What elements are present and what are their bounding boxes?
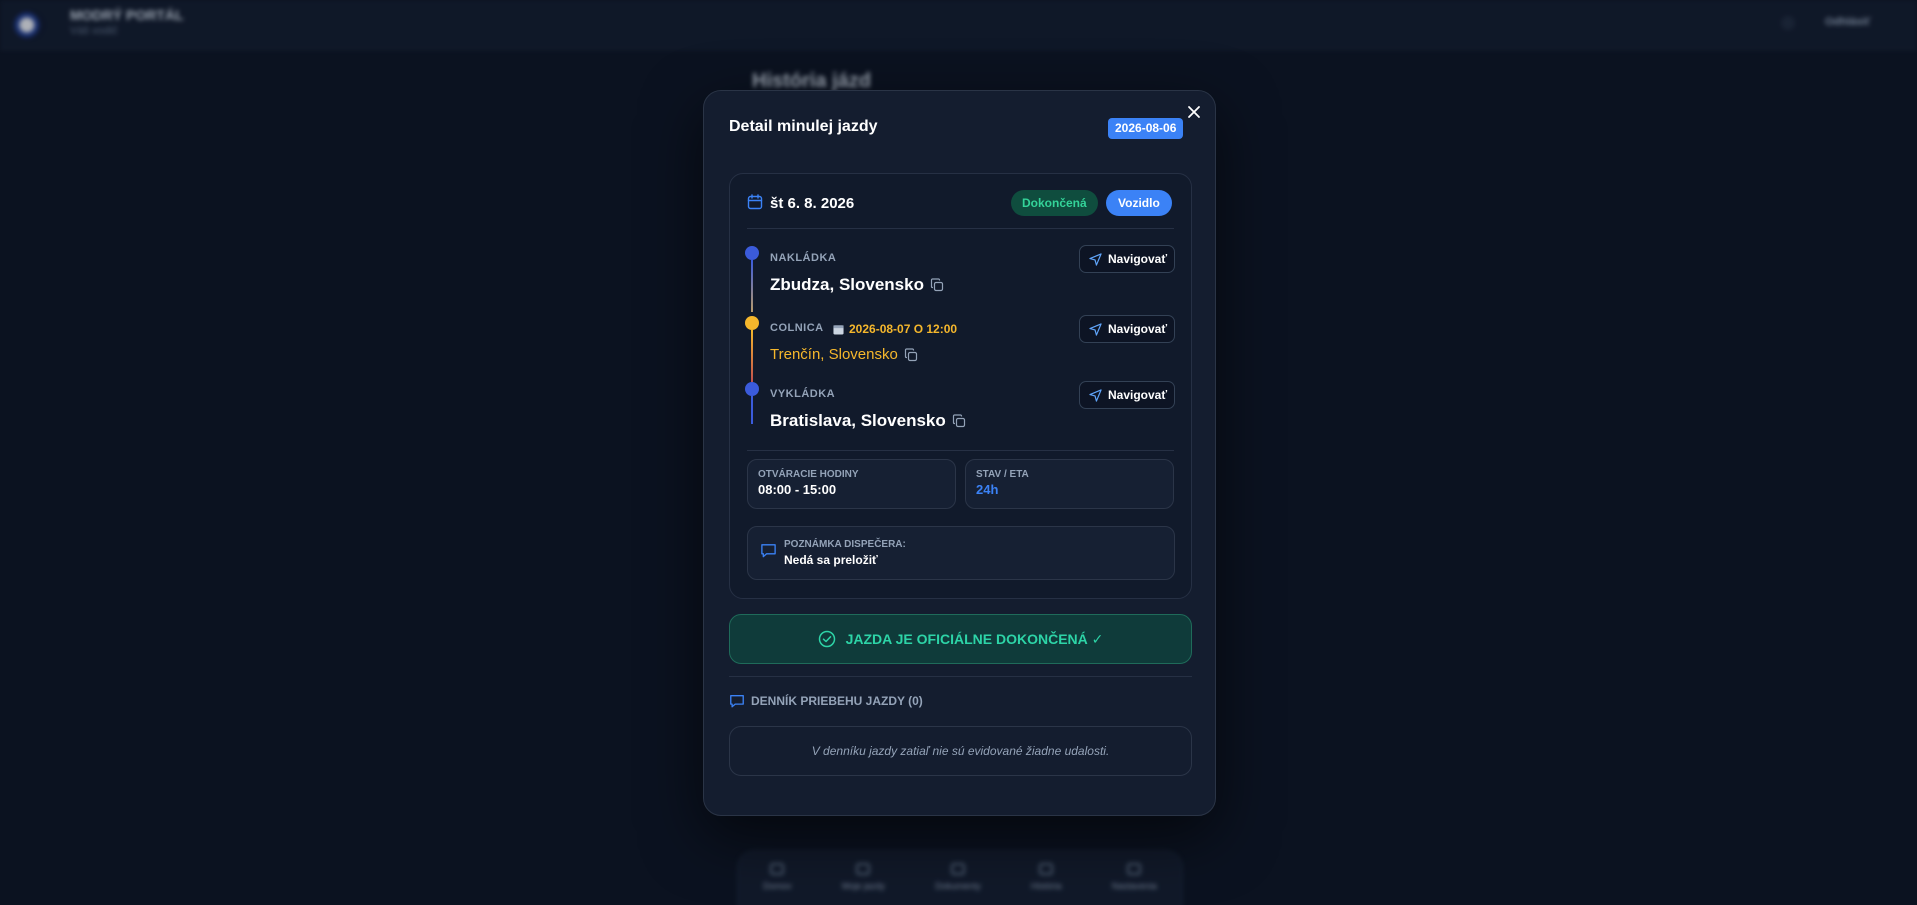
dispatcher-note-label: POZNÁMKA DISPEČERA: bbox=[784, 539, 906, 550]
opening-hours-box: OTVÁRACIE HODINY 08:00 - 15:00 bbox=[747, 459, 956, 509]
navigation-arrow-icon bbox=[1089, 388, 1102, 402]
stop-label-unloading: VYKLÁDKA bbox=[770, 388, 836, 400]
nav-item-home[interactable]: Domov bbox=[763, 863, 792, 905]
vehicle-badge[interactable]: Vozidlo bbox=[1106, 190, 1172, 216]
calendar-icon bbox=[833, 324, 844, 335]
opening-hours-label: OTVÁRACIE HODINY bbox=[758, 469, 859, 480]
nav-item-my-trips[interactable]: Moje jazdy bbox=[842, 863, 885, 905]
trip-log-header: DENNÍK PRIEBEHU JAZDY (0) bbox=[729, 693, 923, 709]
navigate-button-unloading[interactable]: Navigovať bbox=[1079, 381, 1175, 409]
bottom-nav: Domov Moje jazdy Dokumenty História Nast… bbox=[737, 850, 1183, 905]
route-line bbox=[751, 330, 753, 382]
message-icon bbox=[730, 695, 744, 708]
trip-finished-banner: JAZDA JE OFICIÁLNE DOKONČENÁ ✓ bbox=[729, 614, 1192, 664]
stop-city-loading: Zbudza, Slovensko bbox=[770, 275, 944, 295]
logout-button[interactable]: Odhlásiť bbox=[1825, 16, 1871, 28]
history-icon bbox=[1039, 863, 1054, 875]
route-line bbox=[751, 396, 753, 424]
navigation-arrow-icon bbox=[1089, 252, 1102, 266]
nav-item-label: Moje jazdy bbox=[841, 881, 885, 891]
copy-icon[interactable] bbox=[930, 278, 944, 292]
navigate-button-customs[interactable]: Navigovať bbox=[1079, 315, 1175, 343]
section-divider bbox=[729, 676, 1192, 677]
stop-label-customs: COLNICA bbox=[770, 322, 824, 334]
calendar-icon bbox=[747, 194, 763, 210]
navigate-button-loading[interactable]: Navigovať bbox=[1079, 245, 1175, 273]
top-bar: MODRÝ PORTÁL Váš vodič Odhlásiť bbox=[0, 0, 1917, 50]
trips-icon bbox=[856, 863, 871, 875]
notification-icon[interactable] bbox=[1781, 16, 1795, 30]
nav-item-label: Domov bbox=[763, 881, 792, 891]
settings-icon bbox=[1127, 863, 1142, 875]
status-eta-label: STAV / ETA bbox=[976, 469, 1029, 480]
status-eta-value: 24h bbox=[976, 482, 999, 497]
customs-datetime-text: 2026-08-07 O 12:00 bbox=[849, 322, 958, 336]
trip-detail-modal: Detail minulej jazdy 2026-08-06 št 6. 8.… bbox=[703, 90, 1216, 816]
date-badge: 2026-08-06 bbox=[1108, 118, 1184, 139]
trip-date: št 6. 8. 2026 bbox=[770, 195, 855, 212]
stop-city-customs: Trenčín, Slovensko bbox=[770, 346, 918, 363]
dispatcher-note: POZNÁMKA DISPEČERA: Nedá sa preložiť bbox=[747, 526, 1175, 580]
trip-log-title: DENNÍK PRIEBEHU JAZDY (0) bbox=[751, 694, 923, 708]
check-circle-icon bbox=[818, 630, 835, 648]
app-subtitle: Váš vodič bbox=[70, 25, 118, 37]
close-button[interactable] bbox=[1185, 103, 1203, 121]
nav-item-history[interactable]: História bbox=[1031, 863, 1062, 905]
opening-hours-value: 08:00 - 15:00 bbox=[758, 482, 837, 497]
navigate-label: Navigovať bbox=[1108, 388, 1168, 402]
card-divider bbox=[747, 228, 1174, 229]
customs-datetime: 2026-08-07 O 12:00 bbox=[833, 322, 957, 336]
home-icon bbox=[770, 863, 785, 875]
nav-item-settings[interactable]: Nastavenia bbox=[1112, 863, 1157, 905]
status-badge: Dokončená bbox=[1011, 190, 1098, 216]
stop-dot-unloading bbox=[745, 382, 759, 396]
status-eta-box: STAV / ETA 24h bbox=[965, 459, 1174, 509]
stop-label-loading: NAKLÁDKA bbox=[770, 252, 837, 264]
trip-card: št 6. 8. 2026 Dokončená Vozidlo NAKLÁDKA… bbox=[729, 173, 1192, 599]
stop-city-text: Zbudza, Slovensko bbox=[770, 275, 924, 294]
copy-icon[interactable] bbox=[952, 414, 966, 428]
stop-city-text: Bratislava, Slovensko bbox=[770, 411, 946, 430]
nav-item-label: Dokumenty bbox=[935, 881, 981, 891]
stop-dot-customs bbox=[745, 316, 759, 330]
navigation-arrow-icon bbox=[1089, 322, 1102, 336]
stop-city-unloading: Bratislava, Slovensko bbox=[770, 411, 966, 431]
close-icon bbox=[1188, 106, 1200, 118]
stop-dot-loading bbox=[745, 246, 759, 260]
navigate-label: Navigovať bbox=[1108, 252, 1168, 266]
nav-item-label: Nastavenia bbox=[1111, 881, 1157, 891]
card-divider bbox=[747, 450, 1174, 451]
document-icon bbox=[950, 863, 965, 875]
nav-item-label: História bbox=[1031, 881, 1062, 891]
finished-banner-text: JAZDA JE OFICIÁLNE DOKONČENÁ ✓ bbox=[845, 630, 1104, 647]
trip-log-empty-state: V denníku jazdy zatiaľ nie sú evidované … bbox=[729, 726, 1192, 776]
dispatcher-note-value: Nedá sa preložiť bbox=[784, 553, 878, 567]
modal-title: Detail minulej jazdy bbox=[729, 118, 878, 135]
route-line bbox=[751, 260, 753, 312]
app-logo bbox=[14, 9, 46, 41]
app-title: MODRÝ PORTÁL bbox=[70, 7, 184, 23]
nav-item-documents[interactable]: Dokumenty bbox=[935, 863, 981, 905]
stop-city-text: Trenčín, Slovensko bbox=[770, 346, 898, 363]
message-icon bbox=[761, 544, 776, 558]
copy-icon[interactable] bbox=[904, 347, 918, 362]
navigate-label: Navigovať bbox=[1108, 322, 1168, 336]
